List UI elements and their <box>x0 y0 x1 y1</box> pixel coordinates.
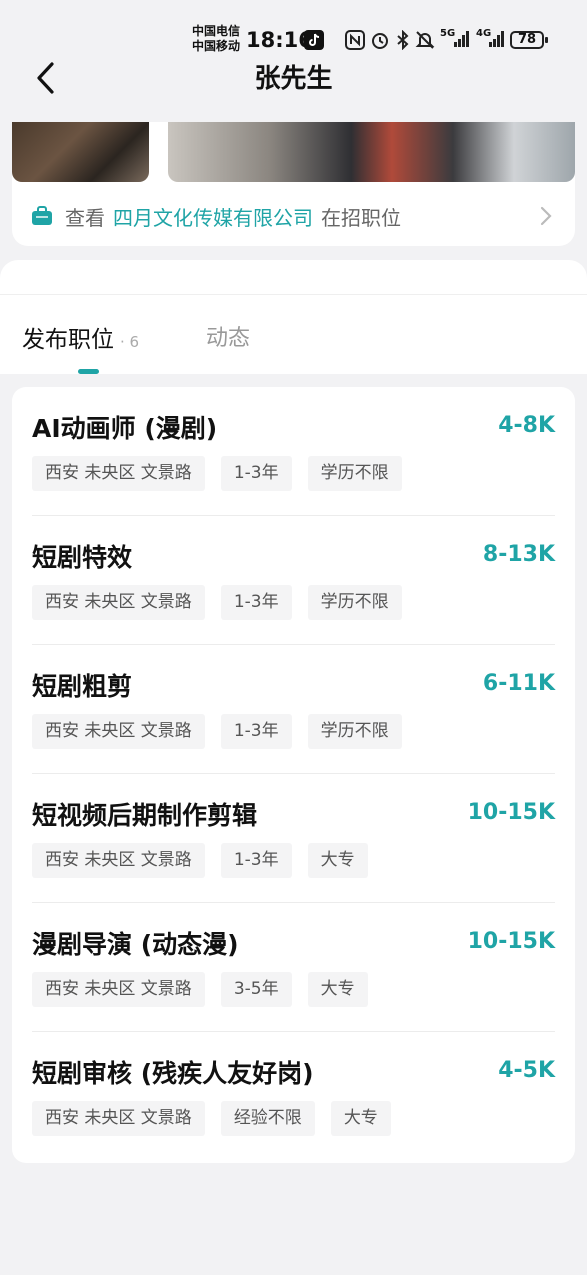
company-prefix: 查看 <box>65 205 105 230</box>
experience-tag: 经验不限 <box>220 1101 315 1136</box>
job-tags: 西安 未央区 文景路 1-3年 大专 <box>32 843 384 878</box>
company-jobs-link[interactable]: 查看 四月文化传媒有限公司 在招职位 <box>12 198 575 234</box>
job-item[interactable]: AI动画师 (漫剧) 4-8K 西安 未央区 文景路 1-3年 学历不限 <box>32 387 555 516</box>
active-tab-indicator <box>78 369 99 374</box>
job-title: AI动画师 (漫剧) <box>32 414 218 443</box>
location-tag: 西安 未央区 文景路 <box>32 456 205 491</box>
job-title: 短剧审核 (残疾人友好岗) <box>32 1059 314 1088</box>
briefcase-icon <box>32 206 52 225</box>
company-suffix: 在招职位 <box>321 205 401 230</box>
job-tags: 西安 未央区 文景路 1-3年 学历不限 <box>32 585 418 620</box>
job-item[interactable]: 短剧粗剪 6-11K 西安 未央区 文景路 1-3年 学历不限 <box>32 645 555 774</box>
signal-bars-icon <box>488 30 506 53</box>
job-item[interactable]: 短视频后期制作剪辑 10-15K 西安 未央区 文景路 1-3年 大专 <box>32 774 555 903</box>
education-tag: 大专 <box>330 1101 391 1136</box>
location-tag: 西安 未央区 文景路 <box>32 714 205 749</box>
carrier-1: 中国电信 <box>192 24 241 38</box>
chevron-right-icon <box>540 206 552 226</box>
job-salary: 4-8K <box>498 413 555 438</box>
education-tag: 大专 <box>307 972 368 1007</box>
job-item[interactable]: 短剧审核 (残疾人友好岗) 4-5K 西安 未央区 文景路 经验不限 大专 <box>32 1032 555 1161</box>
education-tag: 学历不限 <box>307 585 402 620</box>
company-card: 查看 四月文化传媒有限公司 在招职位 <box>12 122 575 246</box>
job-tags: 西安 未央区 文景路 1-3年 学历不限 <box>32 456 418 491</box>
office-photo[interactable] <box>12 122 149 182</box>
jobs-sheet: 发布职位 · 6 动态 AI动画师 (漫剧) 4-8K 西安 未央区 文景路 1-… <box>0 260 587 1275</box>
tab-bar: 发布职位 · 6 动态 <box>0 260 587 374</box>
job-salary: 10-15K <box>467 800 555 825</box>
tab-count: · 6 <box>120 333 140 351</box>
experience-tag: 1-3年 <box>220 843 292 878</box>
job-item[interactable]: 短剧特效 8-13K 西安 未央区 文景路 1-3年 学历不限 <box>32 516 555 645</box>
job-tags: 西安 未央区 文景路 1-3年 学历不限 <box>32 714 418 749</box>
page-title: 张先生 <box>254 64 333 94</box>
location-tag: 西安 未央区 文景路 <box>32 972 205 1007</box>
location-tag: 西安 未央区 文景路 <box>32 843 205 878</box>
education-tag: 学历不限 <box>307 714 402 749</box>
top-area: 中国电信 中国移动 18:16 5G 4G 78 张先生 查看 四月文化传媒有限… <box>0 0 587 262</box>
experience-tag: 1-3年 <box>220 714 292 749</box>
job-title: 漫剧导演 (动态漫) <box>32 930 239 959</box>
location-tag: 西安 未央区 文景路 <box>32 1101 205 1136</box>
job-salary: 10-15K <box>467 929 555 954</box>
company-name[interactable]: 四月文化传媒有限公司 <box>113 202 313 231</box>
job-tags: 西安 未央区 文景路 经验不限 大专 <box>32 1101 407 1136</box>
job-salary: 4-5K <box>498 1058 555 1083</box>
location-tag: 西安 未央区 文景路 <box>32 585 205 620</box>
carrier-labels: 中国电信 中国移动 <box>192 24 240 54</box>
nav-bar: 张先生 <box>0 52 587 102</box>
tab-activity[interactable]: 动态 <box>206 320 250 352</box>
signal-bars-icon <box>453 30 471 53</box>
education-tag: 学历不限 <box>307 456 402 491</box>
job-title: 短视频后期制作剪辑 <box>32 801 258 830</box>
tab-posted-jobs[interactable]: 发布职位 · 6 <box>22 320 139 354</box>
job-list: AI动画师 (漫剧) 4-8K 西安 未央区 文景路 1-3年 学历不限 短剧特… <box>12 387 575 1163</box>
experience-tag: 1-3年 <box>220 585 292 620</box>
battery-indicator: 78 <box>510 31 548 49</box>
experience-tag: 3-5年 <box>220 972 292 1007</box>
experience-tag: 1-3年 <box>220 456 292 491</box>
divider <box>0 294 587 295</box>
office-photo[interactable] <box>168 122 575 182</box>
job-title: 短剧粗剪 <box>32 672 133 701</box>
education-tag: 大专 <box>307 843 368 878</box>
tab-label: 发布职位 <box>22 327 114 353</box>
job-salary: 8-13K <box>482 542 555 567</box>
clock: 18:16 <box>246 28 313 52</box>
job-title: 短剧特效 <box>32 543 133 572</box>
job-salary: 6-11K <box>482 671 555 696</box>
job-tags: 西安 未央区 文景路 3-5年 大专 <box>32 972 384 1007</box>
job-item[interactable]: 漫剧导演 (动态漫) 10-15K 西安 未央区 文景路 3-5年 大专 <box>32 903 555 1032</box>
